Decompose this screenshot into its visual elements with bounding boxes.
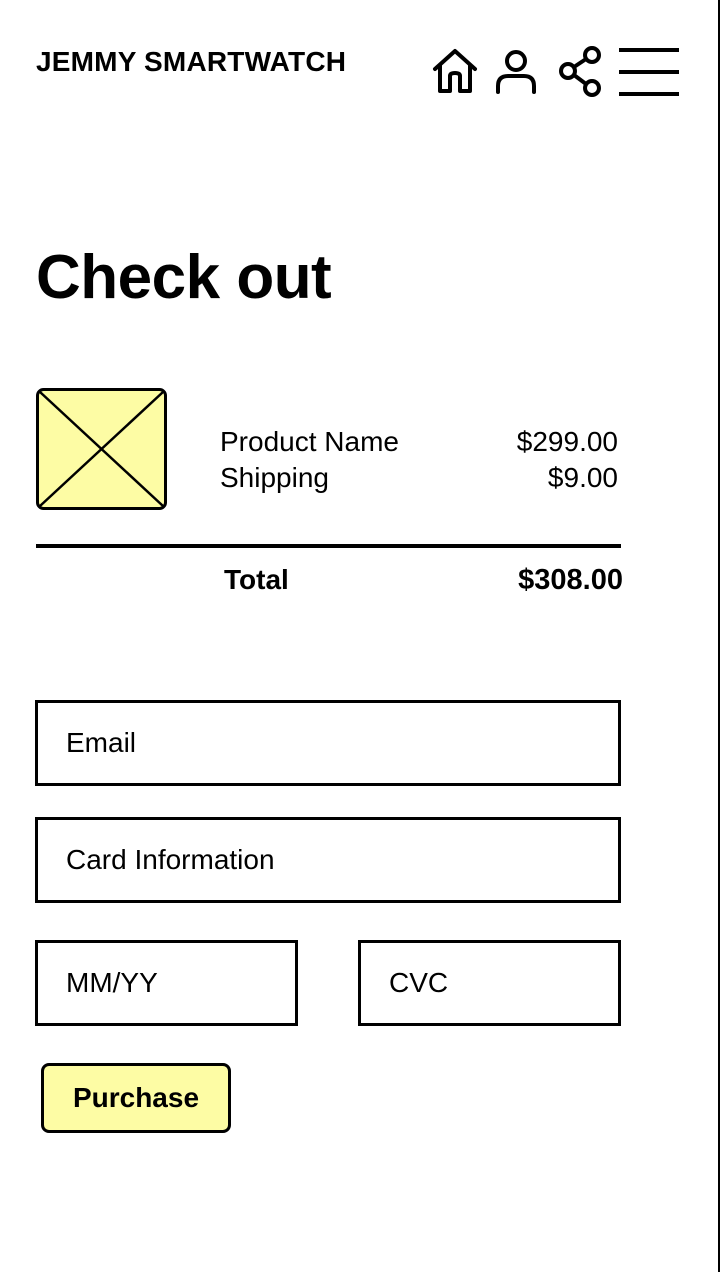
home-icon[interactable] [430,46,480,96]
cvc-field[interactable] [358,940,621,1026]
line-item-price-product: $299.00 [516,426,618,457]
line-item-label-shipping: Shipping [220,462,329,493]
line-item-label-product: Product Name [220,426,399,457]
share-icon[interactable] [558,45,604,97]
page-title: Check out [36,243,332,312]
email-field[interactable] [35,700,621,786]
total-label: Total [224,564,289,595]
product-image-placeholder [36,388,167,510]
purchase-button[interactable]: Purchase [41,1063,231,1133]
user-icon[interactable] [494,48,538,94]
total-amount: $308.00 [518,564,623,596]
line-item-price-shipping: $9.00 [547,462,618,493]
menu-icon[interactable] [617,46,681,98]
summary-divider [36,544,621,548]
expiry-field[interactable] [35,940,298,1026]
brand-name: JEMMY SMARTWATCH [36,46,347,77]
card-information-field[interactable] [35,817,621,903]
